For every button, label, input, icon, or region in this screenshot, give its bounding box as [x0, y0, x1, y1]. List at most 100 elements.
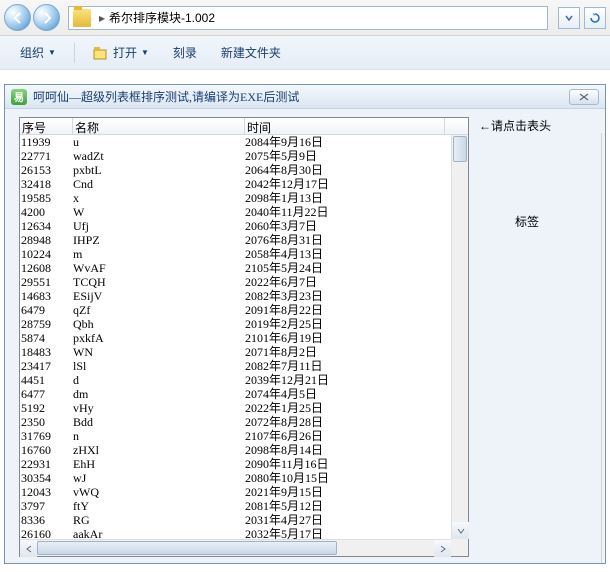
new-folder-label: 新建文件夹 — [221, 44, 281, 61]
back-button[interactable] — [4, 4, 31, 31]
cell-id: 3797 — [20, 499, 73, 513]
cell-time: 2105年5月24日 — [245, 261, 445, 275]
new-folder-button[interactable]: 新建文件夹 — [211, 41, 291, 64]
horizontal-scroll-thumb[interactable] — [37, 541, 337, 555]
label-text: 标签 — [515, 213, 539, 230]
cell-id: 2350 — [20, 415, 73, 429]
burn-button[interactable]: 刻录 — [163, 41, 207, 64]
chevron-right-icon[interactable]: ▸ — [95, 7, 109, 29]
scroll-left-button[interactable] — [20, 540, 37, 557]
cell-time: 2084年9月16日 — [245, 135, 445, 149]
table-row[interactable]: 11939u2084年9月16日 — [20, 135, 468, 149]
table-row[interactable]: 3797ftY2081年5月12日 — [20, 499, 468, 513]
cell-id: 4200 — [20, 205, 73, 219]
table-row[interactable]: 26160aakAr2032年5月17日 — [20, 527, 468, 539]
column-header-name[interactable]: 名称 — [73, 118, 245, 134]
cell-time: 2091年8月22日 — [245, 303, 445, 317]
table-row[interactable]: 6477dm2074年4月5日 — [20, 387, 468, 401]
cell-name: Qbh — [73, 317, 245, 331]
table-row[interactable]: 12634Ufj2060年3月7日 — [20, 219, 468, 233]
table-row[interactable]: 22931EhH2090年11月16日 — [20, 457, 468, 471]
inner-title-bar[interactable]: 易 呵呵仙—超级列表框排序测试,请编译为EXE后测试 — [5, 85, 605, 109]
scroll-down-button[interactable] — [452, 522, 469, 539]
vertical-scrollbar[interactable] — [451, 135, 468, 539]
cell-name: WvAF — [73, 261, 245, 275]
organize-label: 组织 — [20, 44, 44, 61]
breadcrumb-folder[interactable]: 希尔排序模块-1.002 — [109, 9, 215, 26]
cell-id: 29551 — [20, 275, 73, 289]
table-row[interactable]: 2350Bdd2072年8月28日 — [20, 415, 468, 429]
column-header-time[interactable]: 时间 — [245, 118, 445, 134]
cell-name: RG — [73, 513, 245, 527]
cell-time: 2071年8月2日 — [245, 345, 445, 359]
table-row[interactable]: 12043vWQ2021年9月15日 — [20, 485, 468, 499]
cell-id: 28948 — [20, 233, 73, 247]
table-row[interactable]: 12608WvAF2105年5月24日 — [20, 261, 468, 275]
cell-time: 2098年1月13日 — [245, 191, 445, 205]
cell-time: 2031年4月27日 — [245, 513, 445, 527]
close-button[interactable] — [569, 89, 599, 105]
cell-id: 18483 — [20, 345, 73, 359]
table-row[interactable]: 19585x2098年1月13日 — [20, 191, 468, 205]
cell-id: 6477 — [20, 387, 73, 401]
table-row[interactable]: 31769n2107年6月26日 — [20, 429, 468, 443]
open-label: 打开 — [113, 44, 137, 61]
table-row[interactable]: 16760zHXl2098年8月14日 — [20, 443, 468, 457]
click-header-hint: ←请点击表头 — [479, 117, 551, 134]
table-row[interactable]: 4451d2039年12月21日 — [20, 373, 468, 387]
cell-id: 22931 — [20, 457, 73, 471]
cell-time: 2082年3月23日 — [245, 289, 445, 303]
cell-time: 2042年12月17日 — [245, 177, 445, 191]
cell-time: 2022年6月7日 — [245, 275, 445, 289]
table-row[interactable]: 30354wJ2080年10月15日 — [20, 471, 468, 485]
cell-name: lSl — [73, 359, 245, 373]
table-row[interactable]: 22771wadZt2075年5月9日 — [20, 149, 468, 163]
cell-name: m — [73, 247, 245, 261]
cell-id: 12608 — [20, 261, 73, 275]
open-button[interactable]: 打开 ▼ — [83, 41, 159, 64]
table-row[interactable]: 32418Cnd2042年12月17日 — [20, 177, 468, 191]
cell-time: 2064年8月30日 — [245, 163, 445, 177]
cell-time: 2074年4月5日 — [245, 387, 445, 401]
cell-name: Bdd — [73, 415, 245, 429]
cell-id: 31769 — [20, 429, 73, 443]
table-row[interactable]: 8336RG2031年4月27日 — [20, 513, 468, 527]
cell-name: wJ — [73, 471, 245, 485]
vertical-scroll-thumb[interactable] — [453, 136, 467, 162]
column-header-id[interactable]: 序号 — [20, 118, 73, 134]
cell-name: u — [73, 135, 245, 149]
cell-id: 19585 — [20, 191, 73, 205]
refresh-button[interactable] — [584, 7, 606, 29]
breadcrumb[interactable]: ▸ 希尔排序模块-1.002 — [68, 6, 548, 30]
table-row[interactable]: 26153pxbtL2064年8月30日 — [20, 163, 468, 177]
scroll-right-button[interactable] — [434, 540, 451, 557]
cell-name: d — [73, 373, 245, 387]
cell-name: dm — [73, 387, 245, 401]
list-body[interactable]: 11939u2084年9月16日22771wadZt2075年5月9日26153… — [20, 135, 468, 539]
table-row[interactable]: 4200W2040年11月22日 — [20, 205, 468, 219]
dropdown-button[interactable] — [558, 7, 580, 29]
cell-name: W — [73, 205, 245, 219]
horizontal-scrollbar[interactable] — [20, 539, 451, 556]
forward-button[interactable] — [33, 4, 60, 31]
table-row[interactable]: 14683ESijV2082年3月23日 — [20, 289, 468, 303]
table-row[interactable]: 29551TCQH2022年6月7日 — [20, 275, 468, 289]
table-row[interactable]: 6479qZf2091年8月22日 — [20, 303, 468, 317]
table-row[interactable]: 5874pxkfA2101年6月19日 — [20, 331, 468, 345]
table-row[interactable]: 5192vHy2022年1月25日 — [20, 401, 468, 415]
cell-time: 2107年6月26日 — [245, 429, 445, 443]
table-row[interactable]: 23417lSl2082年7月11日 — [20, 359, 468, 373]
table-row[interactable]: 10224m2058年4月13日 — [20, 247, 468, 261]
table-row[interactable]: 28948IHPZ2076年8月31日 — [20, 233, 468, 247]
cell-name: n — [73, 429, 245, 443]
chevron-down-icon: ▼ — [48, 48, 56, 57]
cell-time: 2082年7月11日 — [245, 359, 445, 373]
cell-time: 2060年3月7日 — [245, 219, 445, 233]
cell-name: pxkfA — [73, 331, 245, 345]
cell-id: 23417 — [20, 359, 73, 373]
cell-time: 2080年10月15日 — [245, 471, 445, 485]
table-row[interactable]: 18483WN2071年8月2日 — [20, 345, 468, 359]
organize-button[interactable]: 组织 ▼ — [10, 41, 66, 64]
cell-name: pxbtL — [73, 163, 245, 177]
table-row[interactable]: 28759Qbh2019年2月25日 — [20, 317, 468, 331]
